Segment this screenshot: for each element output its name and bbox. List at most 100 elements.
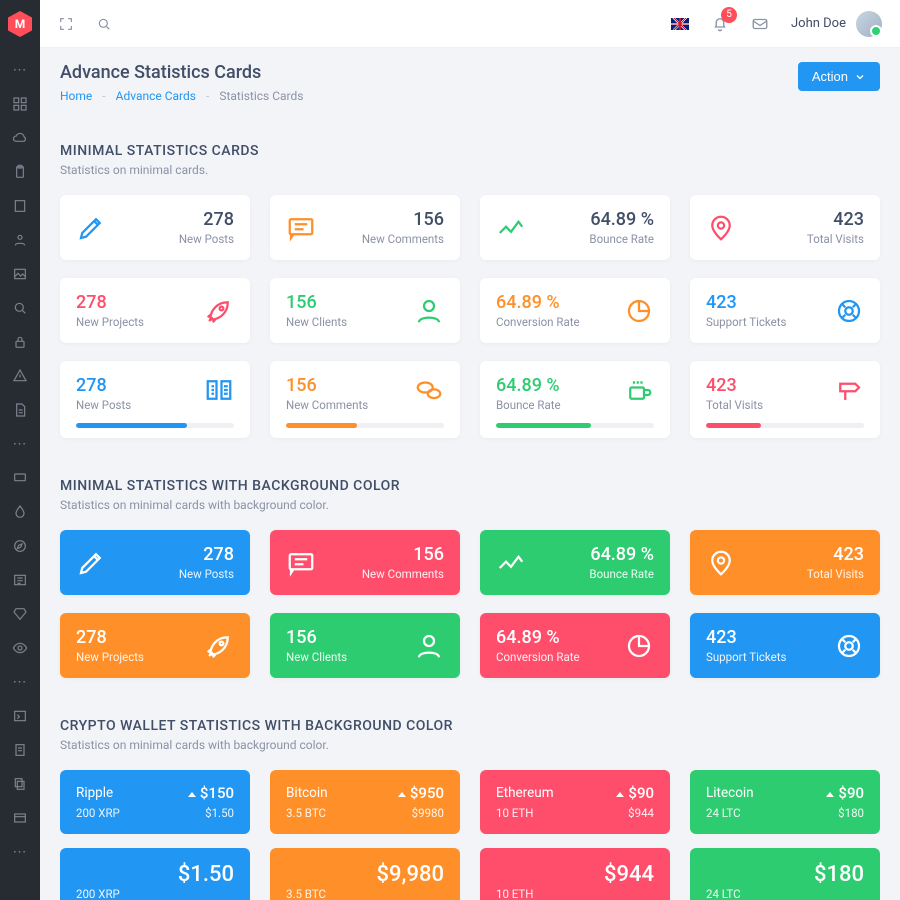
diamond-icon[interactable] [12, 606, 28, 622]
pie-icon [624, 296, 654, 326]
monitor-icon[interactable] [12, 470, 28, 486]
caret-up-icon [826, 792, 834, 797]
compass-icon[interactable] [12, 538, 28, 554]
stat-card-colored: 156New Comments [270, 530, 460, 595]
crypto-price: $90 [826, 784, 864, 802]
crypto-card: Ethereum$90 10 ETH$944 [480, 770, 670, 834]
crypto-value: $9980 [412, 806, 444, 820]
map-pin-icon [706, 213, 736, 243]
stat-card: 278New Posts [60, 195, 250, 260]
stat-card-progress: 423Total Visits [690, 361, 880, 438]
progress-bar [706, 423, 864, 428]
stat-card: 156New Clients [270, 278, 460, 343]
stat-value: 156 [286, 627, 347, 648]
crypto-holdings: 200 XRP [76, 806, 120, 820]
crypto-name: Ripple [76, 785, 113, 801]
crypto-big-card: $1.50 200 XRP [60, 848, 250, 900]
notifications-button[interactable]: 5 [711, 15, 729, 33]
breadcrumb-separator: - [206, 89, 209, 103]
stat-value: 278 [76, 375, 131, 396]
image-icon[interactable] [12, 266, 28, 282]
avatar [856, 11, 882, 37]
logo[interactable]: M [0, 0, 40, 48]
stat-label: Bounce Rate [496, 398, 561, 412]
lock-icon[interactable] [12, 334, 28, 350]
eye-icon[interactable] [12, 640, 28, 656]
nav: ⋯ ⋯ ⋯ ⋯ [12, 62, 28, 860]
crypto-value: $180 [838, 806, 864, 820]
breadcrumb-home[interactable]: Home [60, 89, 92, 103]
warning-icon[interactable] [12, 368, 28, 384]
speech-icon [286, 213, 316, 243]
crypto-big-value: $9,980 [286, 862, 444, 887]
stat-card-progress: 64.89 %Bounce Rate [480, 361, 670, 438]
cloud-icon[interactable] [12, 130, 28, 146]
news-icon[interactable] [12, 572, 28, 588]
crypto-big-card: $944 10 ETH [480, 848, 670, 900]
crypto-holdings: 24 LTC [706, 806, 741, 820]
user-icon[interactable] [12, 232, 28, 248]
drop-icon[interactable] [12, 504, 28, 520]
stat-value: 423 [706, 627, 786, 648]
breadcrumb-current: Statistics Cards [219, 89, 303, 103]
section-subtitle: Statistics on minimal cards with backgro… [60, 738, 880, 752]
crypto-holdings: 3.5 BTC [286, 887, 326, 900]
topbar: 5 John Doe [40, 0, 900, 48]
crypto-name: Ethereum [496, 785, 554, 801]
caret-up-icon [616, 792, 624, 797]
signpost-icon [834, 375, 864, 405]
crypto-holdings: 10 ETH [496, 887, 534, 900]
stat-value: 278 [179, 544, 234, 565]
lifebuoy-icon [834, 631, 864, 661]
crypto-big-card: $180 24 LTC [690, 848, 880, 900]
dashboard-icon[interactable] [12, 96, 28, 112]
stat-card-progress: 278New Posts [60, 361, 250, 438]
stat-value: 64.89 % [589, 209, 654, 230]
user-menu[interactable]: John Doe [791, 11, 882, 37]
progress-bar [76, 423, 234, 428]
layout-icon[interactable] [12, 810, 28, 826]
crypto-price: $150 [188, 784, 234, 802]
crypto-holdings: 10 ETH [496, 806, 534, 820]
user-icon [414, 296, 444, 326]
clipboard-icon[interactable] [12, 164, 28, 180]
nav-more-icon-2[interactable]: ⋯ [12, 436, 28, 452]
stat-label: New Comments [362, 567, 444, 581]
stat-label: New Comments [362, 232, 444, 246]
nav-more-icon-3[interactable]: ⋯ [12, 674, 28, 690]
stat-card: 64.89 %Conversion Rate [480, 278, 670, 343]
cup-icon [624, 375, 654, 405]
stat-card-colored: 278New Posts [60, 530, 250, 595]
stat-label: New Clients [286, 315, 347, 329]
nav-more-icon[interactable]: ⋯ [12, 62, 28, 78]
stat-card-progress: 156New Comments [270, 361, 460, 438]
action-button[interactable]: Action [798, 62, 880, 91]
fullscreen-icon[interactable] [58, 16, 74, 32]
document-icon[interactable] [12, 742, 28, 758]
stat-card: 423Total Visits [690, 195, 880, 260]
search-icon[interactable] [96, 16, 112, 32]
book-icon[interactable] [12, 198, 28, 214]
search-icon[interactable] [12, 300, 28, 316]
section-crypto: CRYPTO WALLET STATISTICS WITH BACKGROUND… [60, 718, 880, 900]
mail-icon[interactable] [751, 15, 769, 33]
language-flag-uk[interactable] [671, 18, 689, 30]
stat-value: 423 [807, 544, 864, 565]
stat-value: 64.89 % [589, 544, 654, 565]
stat-label: Support Tickets [706, 650, 786, 664]
progress-bar [286, 423, 444, 428]
progress-bar [496, 423, 654, 428]
terminal-icon[interactable] [12, 708, 28, 724]
section-title: MINIMAL STATISTICS CARDS [60, 143, 880, 159]
stat-card-colored: 423 Total Visits [690, 530, 880, 595]
nav-more-icon-4[interactable]: ⋯ [12, 844, 28, 860]
stat-value: 278 [76, 292, 144, 313]
caret-up-icon [188, 792, 196, 797]
breadcrumb-advance-cards[interactable]: Advance Cards [116, 89, 196, 103]
section-minimal-bg: MINIMAL STATISTICS WITH BACKGROUND COLOR… [60, 478, 880, 678]
lifebuoy-icon [834, 296, 864, 326]
file-icon[interactable] [12, 402, 28, 418]
stat-label: Total Visits [706, 398, 763, 412]
copy-icon[interactable] [12, 776, 28, 792]
stat-label: Total Visits [807, 567, 864, 581]
